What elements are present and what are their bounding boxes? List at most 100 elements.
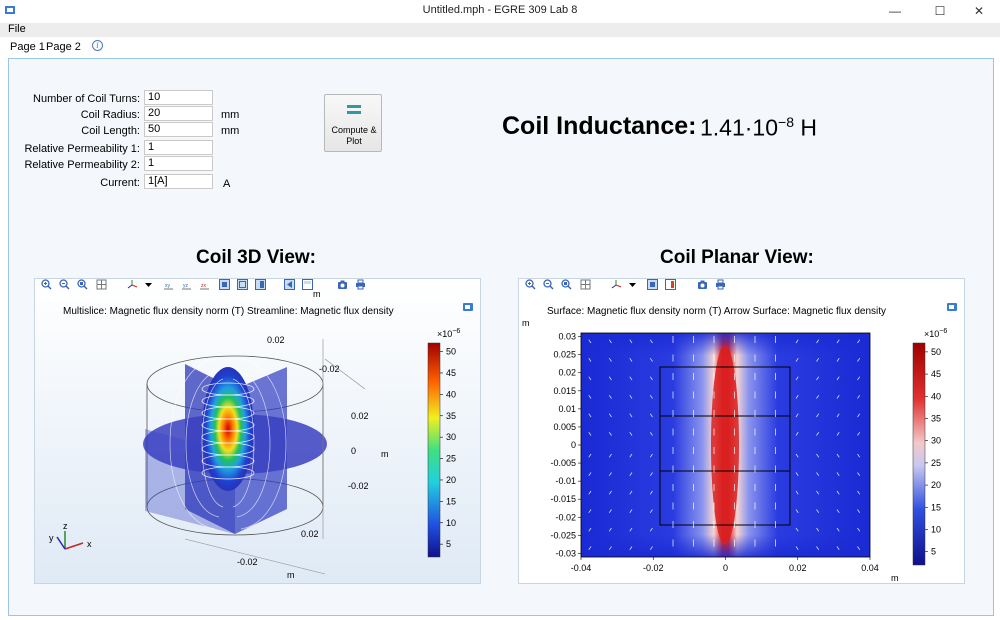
y-tick-label: -0.02 bbox=[555, 512, 576, 522]
y-tick-label: 0.01 bbox=[558, 404, 576, 414]
current-label: Current: bbox=[100, 177, 140, 189]
colorbar-planar bbox=[912, 342, 926, 566]
menu-bar: File bbox=[0, 23, 1000, 37]
y-tick-label: 0.005 bbox=[553, 422, 576, 432]
inductance-label: Coil Inductance: bbox=[502, 112, 697, 140]
colorbar-tick-label: 10 bbox=[931, 524, 941, 534]
window-title: Untitled.mph - EGRE 309 Lab 8 bbox=[422, 4, 578, 16]
y-axis-ticks: 0.03 0.025 0.02 0.015 0.01 0.005 0 -0.005 -0.01 -… bbox=[550, 332, 581, 558]
tab-page-1[interactable]: Page 1 bbox=[10, 41, 45, 53]
axis-unit-right: m bbox=[381, 449, 389, 459]
x-axis-unit: m bbox=[891, 573, 899, 583]
triad-z: z bbox=[63, 521, 68, 531]
length-label: Coil Length: bbox=[81, 125, 140, 137]
colorbar-tick-label: 40 bbox=[446, 389, 456, 399]
colorbar-tick-label: 35 bbox=[931, 413, 941, 423]
axis-tick-4: 0 bbox=[351, 446, 356, 456]
colorbar-tick-label: 15 bbox=[931, 502, 941, 512]
x-tick-label: -0.02 bbox=[643, 563, 664, 573]
planar-chart: m 0.03 0.025 0.02 0.015 0.01 0.005 0 -0.005 -0.0… bbox=[522, 318, 947, 583]
y-tick-label: 0.02 bbox=[558, 368, 576, 378]
colorbar-tick-label: 5 bbox=[446, 539, 451, 549]
inductance-mantissa: 1.41·10 bbox=[700, 114, 779, 141]
axis-tick-7: -0.02 bbox=[237, 557, 258, 567]
y-tick-label: -0.03 bbox=[555, 548, 576, 558]
y-tick-label: 0.015 bbox=[553, 386, 576, 396]
permeability-2-input[interactable]: 1 bbox=[144, 156, 213, 171]
minimize-button[interactable]: — bbox=[880, 2, 910, 20]
x-tick-label: -0.04 bbox=[571, 563, 592, 573]
y-tick-label: 0.025 bbox=[553, 350, 576, 360]
title-bar: Untitled.mph - EGRE 309 Lab 8 — ☐ ✕ bbox=[0, 0, 1000, 22]
axis-tick-2: -0.02 bbox=[319, 364, 340, 374]
colorbar-tick-label: 50 bbox=[446, 347, 456, 357]
tab-page-2[interactable]: Page 2 bbox=[46, 41, 81, 53]
tab-bar: Page 1 Page 2 i bbox=[0, 38, 1000, 56]
coil-3d-scene: m 0.02 -0.02 0.02 0 m -0.02 0.02 -0.02 m… bbox=[49, 289, 460, 580]
colorbar-tick-label: 50 bbox=[931, 347, 941, 357]
colorbar-tick-label: 40 bbox=[931, 391, 941, 401]
y-tick-label: 0 bbox=[571, 440, 576, 450]
x-tick-label: 0 bbox=[723, 563, 728, 573]
permeability-2-label: Relative Permeability 2: bbox=[24, 159, 140, 171]
radius-input[interactable]: 20 bbox=[144, 106, 213, 121]
turns-label: Number of Coil Turns: bbox=[33, 93, 140, 105]
coil-planar-view-heading: Coil Planar View: bbox=[660, 247, 814, 268]
compute-label-line-2: Plot bbox=[346, 136, 362, 146]
x-tick-label: 0.02 bbox=[789, 563, 807, 573]
turns-input[interactable]: 10 bbox=[144, 90, 213, 105]
compute-label-line-1: Compute & bbox=[331, 125, 377, 135]
menu-file[interactable]: File bbox=[8, 23, 26, 35]
triad-x: x bbox=[87, 539, 92, 549]
colorbar-planar-ticks: 50 45 40 35 30 25 20 15 10 5 bbox=[925, 347, 941, 557]
length-unit: mm bbox=[221, 125, 240, 137]
colorbar-3d-multiplier: ×10−6 bbox=[437, 328, 460, 339]
colorbar-tick-label: 35 bbox=[446, 411, 456, 421]
axis-triad: z x y bbox=[49, 521, 92, 550]
axis-unit-bottom: m bbox=[287, 570, 295, 580]
coil-3d-plot[interactable]: xy yz zx Multislice: Magnetic flux densi… bbox=[34, 278, 481, 584]
radius-unit: mm bbox=[221, 109, 240, 121]
current-unit: A bbox=[223, 178, 231, 190]
current-input[interactable]: 1[A] bbox=[144, 174, 213, 189]
info-icon[interactable]: i bbox=[92, 40, 103, 51]
y-tick-label: 0.03 bbox=[558, 332, 576, 342]
permeability-1-label: Relative Permeability 1: bbox=[24, 143, 140, 155]
y-tick-label: -0.015 bbox=[550, 494, 576, 504]
colorbar-tick-label: 45 bbox=[446, 368, 456, 378]
compute-plot-button[interactable]: Compute & Plot bbox=[324, 94, 382, 152]
axis-tick-6: 0.02 bbox=[301, 529, 319, 539]
inductance-value: 1.41·10−8 H bbox=[700, 114, 817, 142]
colorbar-tick-label: 20 bbox=[446, 475, 456, 485]
length-input[interactable]: 50 bbox=[144, 122, 213, 137]
permeability-1-input[interactable]: 1 bbox=[144, 140, 213, 155]
close-button[interactable]: ✕ bbox=[964, 2, 994, 20]
colorbar-tick-label: 15 bbox=[446, 496, 456, 506]
axis-tick-3: 0.02 bbox=[351, 411, 369, 421]
axis-unit-top: m bbox=[313, 289, 321, 299]
inductance-exponent: −8 bbox=[778, 114, 794, 130]
colorbar-3d-ticks: 50 45 40 35 30 25 20 15 10 5 bbox=[440, 347, 456, 549]
colorbar-tick-label: 25 bbox=[931, 458, 941, 468]
x-tick-label: 0.04 bbox=[861, 563, 879, 573]
maximize-button[interactable]: ☐ bbox=[925, 2, 955, 20]
colorbar-tick-label: 20 bbox=[931, 480, 941, 490]
equals-icon bbox=[347, 105, 361, 115]
colorbar-3d bbox=[427, 342, 441, 558]
y-axis-unit: m bbox=[522, 318, 530, 328]
coil-planar-plot[interactable]: Surface: Magnetic flux density norm (T) … bbox=[518, 278, 965, 584]
y-tick-label: -0.025 bbox=[550, 530, 576, 540]
triad-y: y bbox=[49, 533, 54, 543]
y-tick-label: -0.005 bbox=[550, 458, 576, 468]
colorbar-tick-label: 10 bbox=[446, 518, 456, 528]
coil-3d-view-heading: Coil 3D View: bbox=[196, 247, 317, 268]
colorbar-tick-label: 25 bbox=[446, 454, 456, 464]
colorbar-tick-label: 30 bbox=[931, 436, 941, 446]
radius-label: Coil Radius: bbox=[80, 109, 140, 121]
axis-tick-5: -0.02 bbox=[348, 481, 369, 491]
inductance-unit: H bbox=[800, 114, 817, 141]
axis-tick-1: 0.02 bbox=[267, 335, 285, 345]
colorbar-tick-label: 45 bbox=[931, 369, 941, 379]
colorbar-tick-label: 30 bbox=[446, 432, 456, 442]
colorbar-planar-multiplier: ×10−6 bbox=[924, 328, 947, 339]
